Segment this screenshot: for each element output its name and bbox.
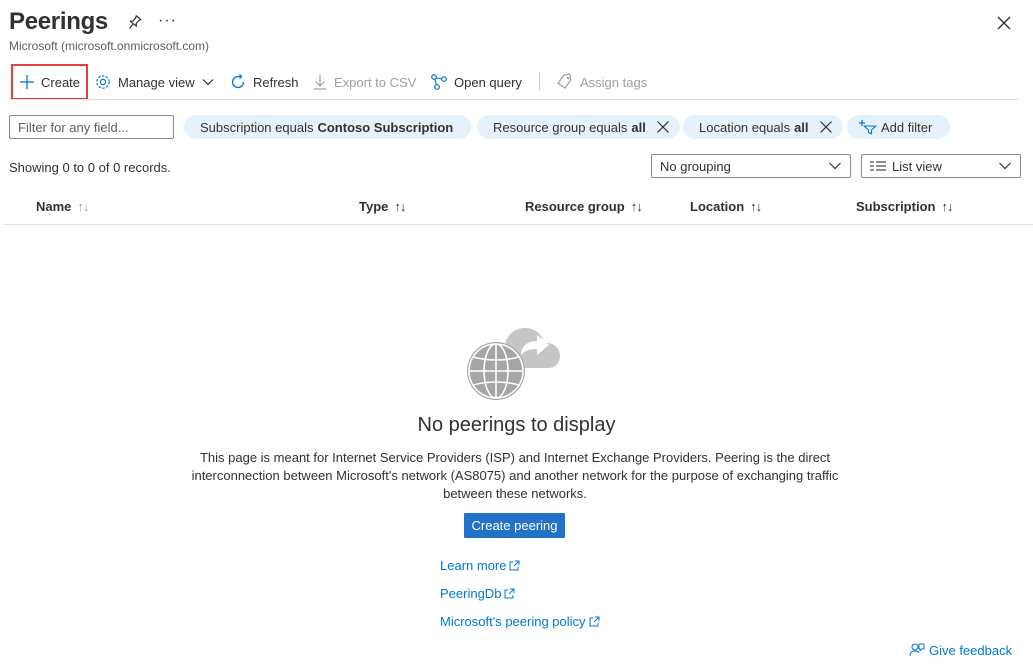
chevron-down-icon — [829, 162, 841, 170]
column-header-resource-group[interactable]: Resource group ↑↓ — [525, 199, 643, 214]
toolbar-divider — [9, 99, 1019, 100]
external-link-icon — [589, 616, 600, 627]
filter-pill-location[interactable]: Location equals all — [683, 115, 843, 139]
pin-icon[interactable] — [125, 14, 143, 32]
create-button[interactable]: Create — [11, 64, 88, 100]
gear-icon — [96, 75, 110, 89]
column-header-label: Location — [690, 199, 745, 214]
chevron-down-icon — [999, 162, 1011, 170]
column-header-label: Subscription — [856, 199, 936, 214]
assign-tags-label: Assign tags — [580, 74, 648, 90]
empty-state-description: This page is meant for Internet Service … — [191, 450, 839, 501]
column-header-label: Type — [359, 199, 389, 214]
column-header-label: Name — [36, 199, 72, 214]
open-query-label: Open query — [454, 74, 522, 90]
remove-filter-icon[interactable] — [819, 120, 833, 134]
filter-pill-resource-group[interactable]: Resource group equals all — [477, 115, 680, 139]
view-label-group: List view — [870, 159, 942, 174]
filter-subscription-prefix: Subscription equals — [200, 119, 314, 135]
sort-icon: ↑↓ — [941, 199, 953, 214]
refresh-button[interactable]: Refresh — [229, 64, 299, 100]
export-label: Export to CSV — [334, 74, 417, 90]
peeringdb-link[interactable]: PeeringDb — [440, 586, 515, 601]
feedback-icon — [909, 643, 925, 657]
peering-policy-label: Microsoft's peering policy — [440, 614, 586, 629]
learn-more-label: Learn more — [440, 558, 507, 573]
filter-location-prefix: Location equals — [699, 119, 791, 135]
table-header: Name ↑↓ Type ↑↓ Resource group ↑↓ Locati… — [4, 193, 1033, 225]
external-link-icon — [509, 560, 520, 571]
peering-policy-link[interactable]: Microsoft's peering policy — [440, 614, 600, 629]
records-summary: Showing 0 to 0 of 0 records. — [9, 160, 171, 175]
sort-icon: ↑↓ — [77, 199, 89, 214]
remove-filter-icon[interactable] — [656, 120, 670, 134]
learn-more-link[interactable]: Learn more — [440, 558, 520, 573]
view-value: List view — [892, 158, 942, 174]
column-header-name[interactable]: Name ↑↓ — [36, 199, 89, 214]
filter-pill-subscription[interactable]: Subscription equals Contoso Subscription — [184, 115, 472, 139]
external-link-icon — [504, 588, 515, 599]
give-feedback-link[interactable]: Give feedback — [909, 642, 1012, 658]
plus-icon — [20, 75, 34, 89]
empty-state-title: No peerings to display — [417, 414, 616, 436]
toolbar-separator — [539, 72, 540, 90]
open-query-button[interactable]: Open query — [430, 64, 522, 100]
sort-icon: ↑↓ — [394, 199, 406, 214]
assign-tags-button[interactable]: Assign tags — [556, 64, 647, 100]
create-label: Create — [41, 74, 81, 90]
grouping-value: No grouping — [660, 158, 731, 174]
grouping-dropdown[interactable]: No grouping — [651, 154, 851, 178]
view-dropdown[interactable]: List view — [861, 154, 1021, 178]
column-header-location[interactable]: Location ↑↓ — [690, 199, 762, 214]
sort-icon: ↑↓ — [630, 199, 643, 214]
filter-input[interactable] — [9, 115, 174, 139]
create-peering-button[interactable]: Create peering — [464, 513, 565, 538]
filter-resource-group-prefix: Resource group equals — [493, 119, 628, 135]
close-icon[interactable] — [995, 14, 1013, 32]
refresh-label: Refresh — [253, 74, 299, 90]
manage-view-button[interactable]: Manage view — [94, 64, 215, 100]
column-header-subscription[interactable]: Subscription ↑↓ — [856, 199, 953, 214]
add-filter-button[interactable]: Add filter — [847, 115, 951, 139]
column-header-label: Resource group — [525, 199, 625, 214]
chevron-down-icon — [202, 79, 214, 86]
download-icon — [314, 75, 326, 90]
globe-cloud-icon — [467, 328, 560, 400]
peeringdb-label: PeeringDb — [440, 586, 502, 601]
command-bar: Create Manage view Refresh Export to CSV — [0, 64, 1020, 100]
query-icon — [431, 74, 447, 90]
filter-subscription-value: Contoso Subscription — [317, 119, 454, 135]
more-options-icon[interactable]: ··· — [158, 12, 177, 30]
list-view-icon — [870, 161, 886, 171]
sort-icon: ↑↓ — [750, 199, 762, 214]
manage-view-label: Manage view — [118, 74, 195, 90]
add-filter-label: Add filter — [881, 119, 933, 135]
give-feedback-label: Give feedback — [929, 642, 1013, 658]
page-subtitle: Microsoft (microsoft.onmicrosoft.com) — [9, 39, 210, 53]
add-filter-icon — [859, 120, 877, 135]
page-title: Peerings — [9, 8, 108, 35]
filter-resource-group-value: all — [631, 119, 646, 135]
refresh-icon — [231, 74, 245, 89]
tag-icon — [557, 73, 572, 89]
column-header-type[interactable]: Type ↑↓ — [359, 199, 406, 214]
export-to-csv-button[interactable]: Export to CSV — [312, 64, 416, 100]
filter-location-value: all — [794, 119, 809, 135]
